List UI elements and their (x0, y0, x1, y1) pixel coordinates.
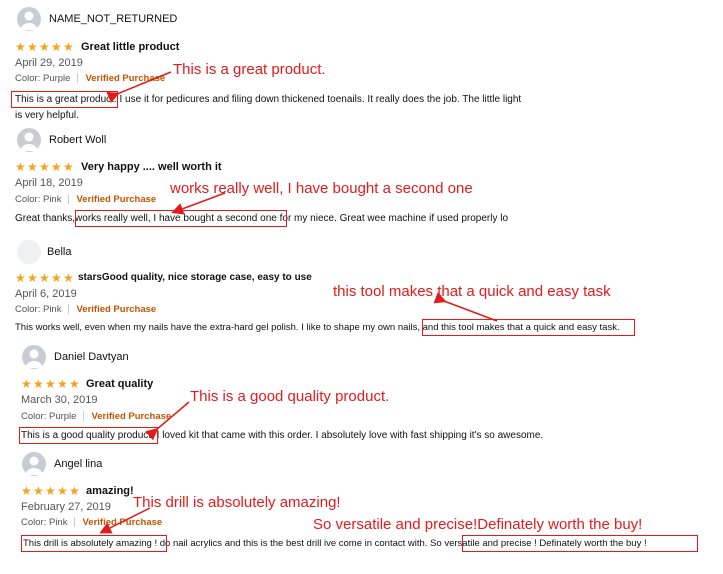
arrow-1 (106, 71, 172, 103)
arrow-2 (171, 192, 226, 215)
arrow-3 (433, 292, 498, 322)
arrow-5 (99, 507, 151, 534)
arrow-4 (145, 401, 190, 441)
annotation-arrows (99, 71, 498, 534)
